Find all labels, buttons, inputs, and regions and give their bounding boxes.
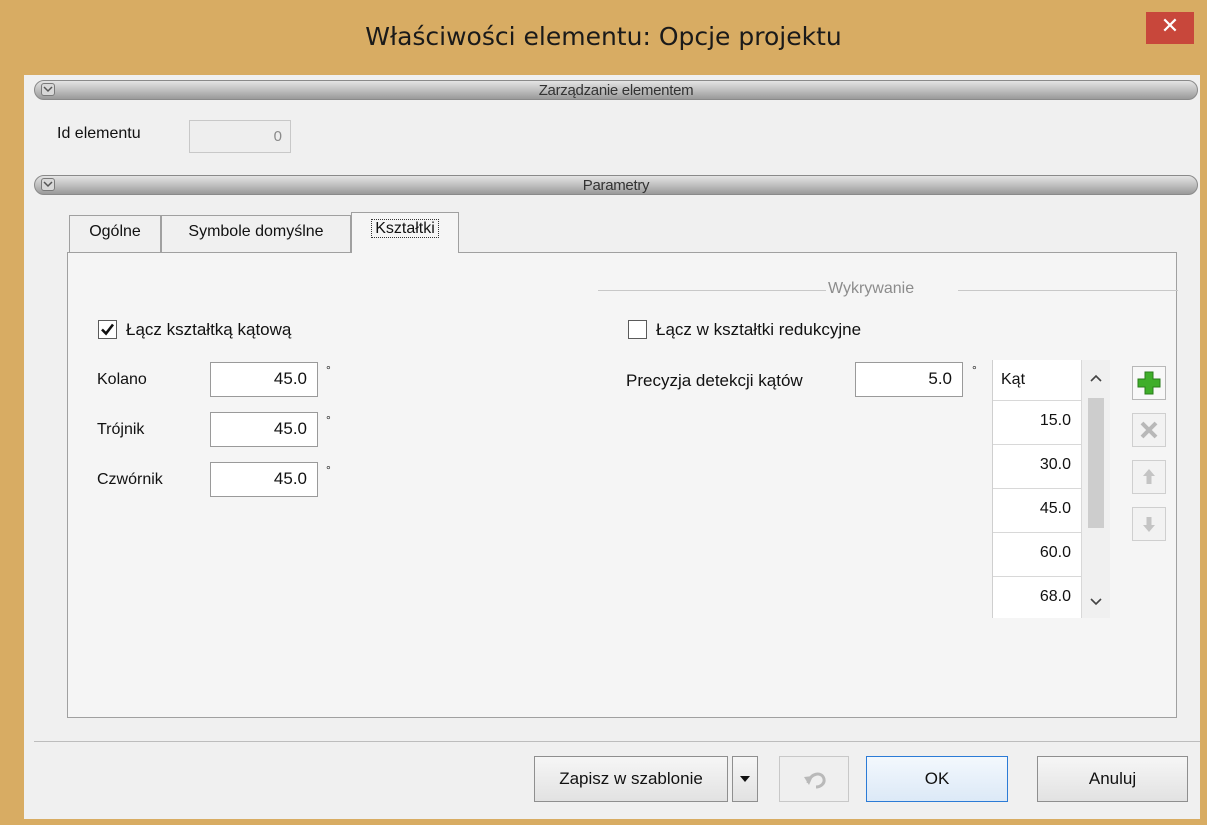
tab-fittings-label: Kształtki xyxy=(371,219,439,238)
tab-default-symbols-label: Symbole domyślne xyxy=(188,223,324,240)
precision-unit: ° xyxy=(972,363,977,377)
elbow-angle-input[interactable]: 45.0 xyxy=(210,362,318,397)
elbow-unit: ° xyxy=(326,363,331,377)
section-parameters-label: Parametry xyxy=(582,177,650,194)
grid-row[interactable]: 45.0 xyxy=(993,488,1081,532)
group-line-right xyxy=(958,290,1178,291)
precision-input[interactable]: 5.0 xyxy=(855,362,963,397)
tab-fittings[interactable]: Kształtki xyxy=(351,212,459,253)
cross-unit: ° xyxy=(326,463,331,477)
dialog-client: Zarządzanie elementem Id elementu 0 Para… xyxy=(24,75,1200,819)
undo-button[interactable] xyxy=(779,756,849,802)
detection-group-label: Wykrywanie xyxy=(828,280,915,297)
cross-label: Czwórnik xyxy=(97,471,163,488)
angle-fitting-checkbox[interactable] xyxy=(98,320,117,339)
close-button[interactable]: ✕ xyxy=(1146,12,1194,44)
tee-angle-input[interactable]: 45.0 xyxy=(210,412,318,447)
close-icon: ✕ xyxy=(1160,14,1180,39)
cross-angle-input[interactable]: 45.0 xyxy=(210,462,318,497)
undo-icon xyxy=(804,772,826,789)
reduction-fitting-label: Łącz w kształtki redukcyjne xyxy=(656,320,862,339)
title-bar: Właściwości elementu: Opcje projektu ✕ xyxy=(0,0,1207,78)
elbow-label: Kolano xyxy=(97,371,147,388)
precision-label: Precyzja detekcji kątów xyxy=(626,371,803,390)
tab-general-label: Ogólne xyxy=(89,223,141,240)
tee-unit: ° xyxy=(326,413,331,427)
cancel-button[interactable]: Anuluj xyxy=(1037,756,1188,802)
grid-row[interactable]: 68.0 xyxy=(993,576,1081,618)
id-label: Id elementu xyxy=(57,125,141,142)
move-down-button[interactable] xyxy=(1132,507,1166,541)
arrow-up-icon xyxy=(1143,469,1155,484)
plus-icon xyxy=(1137,371,1161,395)
reduction-fitting-checkbox[interactable] xyxy=(628,320,647,339)
section-parameters[interactable]: Parametry xyxy=(34,175,1198,195)
section-management-label: Zarządzanie elementem xyxy=(538,82,694,99)
delete-angle-button[interactable] xyxy=(1132,413,1166,447)
add-angle-button[interactable] xyxy=(1132,366,1166,400)
grid-scrollbar[interactable] xyxy=(1082,360,1110,618)
save-template-button[interactable]: Zapisz w szablonie xyxy=(534,756,728,802)
scroll-up-icon[interactable] xyxy=(1082,364,1110,394)
tee-label: Trójnik xyxy=(97,421,145,438)
angle-fitting-label: Łącz kształtką kątową xyxy=(126,320,292,339)
scroll-down-icon[interactable] xyxy=(1082,586,1110,616)
tab-general[interactable]: Ogólne xyxy=(69,215,161,252)
move-up-button[interactable] xyxy=(1132,460,1166,494)
ok-button[interactable]: OK xyxy=(866,756,1008,802)
grid-row[interactable]: 60.0 xyxy=(993,532,1081,576)
scroll-thumb[interactable] xyxy=(1088,398,1104,528)
dialog-window: Właściwości elementu: Opcje projektu ✕ Z… xyxy=(0,0,1207,825)
delete-icon xyxy=(1140,421,1158,439)
footer-separator xyxy=(34,741,1200,742)
tab-default-symbols[interactable]: Symbole domyślne xyxy=(161,215,351,252)
checkmark-icon xyxy=(101,323,115,336)
grid-row[interactable]: 15.0 xyxy=(993,400,1081,444)
save-template-dropdown[interactable] xyxy=(732,756,758,802)
id-field[interactable]: 0 xyxy=(189,120,291,153)
grid-row[interactable]: 30.0 xyxy=(993,444,1081,488)
arrow-down-icon xyxy=(1143,517,1155,532)
dropdown-arrow-icon xyxy=(740,776,750,782)
angles-grid-header[interactable]: Kąt xyxy=(993,360,1081,400)
section-management[interactable]: Zarządzanie elementem xyxy=(34,80,1198,100)
group-line-left xyxy=(598,290,826,291)
angles-grid[interactable]: Kąt 15.0 30.0 45.0 60.0 68.0 xyxy=(992,360,1110,618)
window-title: Właściwości elementu: Opcje projektu xyxy=(365,22,842,51)
